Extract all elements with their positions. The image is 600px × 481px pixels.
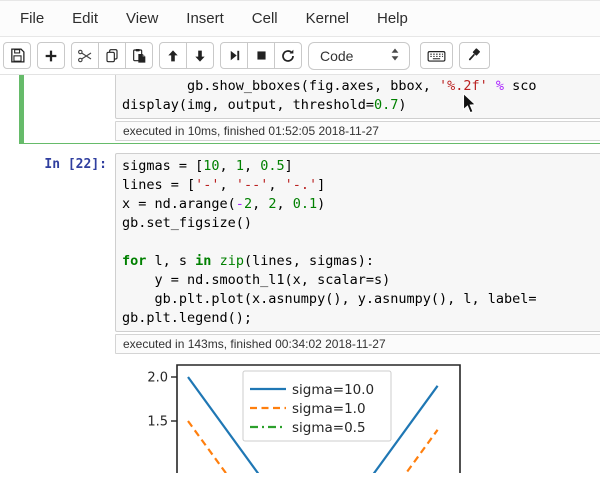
svg-text:2.0: 2.0	[147, 371, 168, 386]
paste-icon	[131, 48, 147, 64]
add-cell-icon	[43, 48, 59, 64]
arrow-up-icon	[165, 48, 181, 64]
code-line: for l, s in zip(lines, sigmas):	[122, 253, 375, 269]
svg-text:sigma=10.0: sigma=10.0	[292, 382, 374, 398]
paste-cell-button[interactable]	[125, 42, 153, 69]
svg-text:1.5: 1.5	[147, 415, 168, 430]
cut-cell-button[interactable]	[71, 42, 99, 69]
menu-bar: File Edit View Insert Cell Kernel Help	[0, 0, 600, 37]
jupyter-notebook-app: File Edit View Insert Cell Kernel Help C…	[0, 0, 600, 481]
execute-time-status: executed in 10ms, finished 01:52:05 2018…	[115, 121, 600, 141]
menu-insert[interactable]: Insert	[172, 10, 238, 27]
input-prompt	[25, 75, 115, 119]
code-editor[interactable]: sigmas = [10, 1, 0.5] lines = ['-', '--',…	[115, 153, 600, 332]
copy-cell-button[interactable]	[98, 42, 126, 69]
keyboard-icon	[427, 48, 446, 64]
save-icon	[9, 47, 26, 64]
code-line: x = nd.arange(-2, 2, 0.1)	[122, 196, 326, 212]
menu-cell[interactable]: Cell	[238, 10, 292, 27]
execute-time-status: executed in 143ms, finished 00:34:02 201…	[115, 334, 600, 354]
cell-type-value: Code	[320, 47, 354, 64]
stop-icon	[254, 48, 269, 63]
cell-output-area: 2.0 1.5 sigma=10.0 sigma=1.0 sigma=0.5	[140, 363, 600, 478]
notebook-area: gb.show_bboxes(fig.axes, bbox, '%.2f' % …	[0, 75, 600, 481]
toolbar: Code	[0, 37, 600, 75]
input-prompt: In [22]:	[44, 157, 107, 172]
code-line: display(img, output, threshold=0.7)	[122, 97, 407, 113]
code-line: gb.set_figsize()	[122, 215, 253, 231]
code-line: sigmas = [10, 1, 0.5]	[122, 158, 293, 174]
restart-kernel-button[interactable]	[274, 42, 302, 69]
menu-view[interactable]: View	[112, 10, 172, 27]
move-cell-down-button[interactable]	[186, 42, 214, 69]
svg-text:sigma=1.0: sigma=1.0	[292, 401, 366, 417]
code-line: y = nd.smooth_l1(x, scalar=s)	[122, 272, 391, 288]
menu-help[interactable]: Help	[363, 10, 422, 27]
code-line: gb.show_bboxes(fig.axes, bbox, '%.2f' % …	[122, 78, 537, 94]
run-cell-button[interactable]	[220, 42, 248, 69]
menu-kernel[interactable]: Kernel	[292, 10, 363, 27]
move-cell-up-button[interactable]	[159, 42, 187, 69]
code-editor[interactable]: gb.show_bboxes(fig.axes, bbox, '%.2f' % …	[115, 75, 600, 119]
menu-file[interactable]: File	[6, 10, 58, 27]
gavel-icon	[466, 47, 483, 64]
cell-type-dropdown[interactable]: Code	[308, 41, 410, 70]
code-prettify-button[interactable]	[459, 42, 490, 69]
code-line: gb.plt.legend();	[122, 310, 253, 326]
arrow-down-icon	[192, 48, 208, 64]
output-plot: 2.0 1.5 sigma=10.0 sigma=1.0 sigma=0.5	[140, 363, 474, 473]
save-button[interactable]	[3, 42, 31, 69]
interrupt-kernel-button[interactable]	[247, 42, 275, 69]
restart-kernel-icon	[280, 48, 296, 64]
menu-edit[interactable]: Edit	[58, 10, 112, 27]
code-line: lines = ['-', '--', '-.']	[122, 177, 326, 193]
keyboard-shortcuts-button[interactable]	[420, 42, 453, 69]
svg-text:sigma=0.5: sigma=0.5	[292, 420, 366, 436]
dropdown-arrows-icon	[390, 47, 400, 65]
step-forward-icon	[227, 48, 242, 63]
add-cell-button[interactable]	[37, 42, 65, 69]
code-line: gb.plt.plot(x.asnumpy(), y.asnumpy(), l,…	[122, 291, 537, 307]
code-cell-previous[interactable]: gb.show_bboxes(fig.axes, bbox, '%.2f' % …	[19, 75, 600, 144]
code-cell-22[interactable]: In [22]: sigmas = [10, 1, 0.5] lines = ['…	[19, 150, 600, 481]
cut-icon	[77, 48, 93, 64]
copy-icon	[104, 48, 120, 64]
